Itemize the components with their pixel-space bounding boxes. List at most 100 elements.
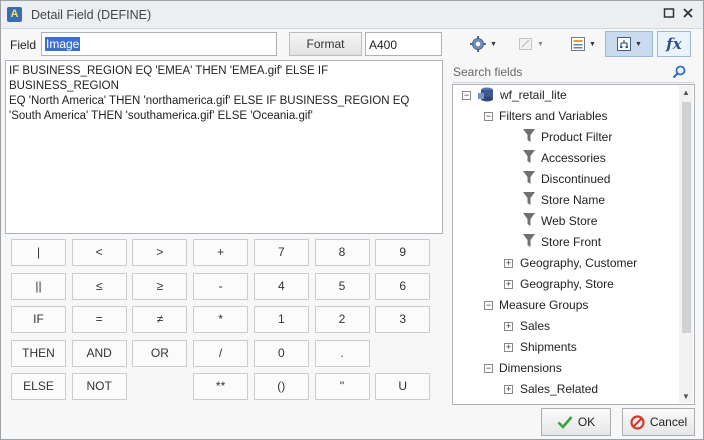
dialog-window: A Detail Field (DEFINE) Field Image Form… (0, 0, 704, 440)
field-tree[interactable]: − wf_retail_lite − Filters and Variables… (452, 84, 695, 405)
tree-filter-item[interactable]: Store Front (541, 232, 601, 252)
tree-filter-item[interactable]: Accessories (541, 148, 606, 168)
edit-disabled-button[interactable]: ▼ (515, 31, 547, 57)
ok-button[interactable]: OK (541, 408, 611, 436)
key-1-1[interactable]: ≤ (71, 272, 127, 300)
tree-sales[interactable]: Sales (520, 316, 550, 336)
ok-label: OK (577, 415, 596, 429)
key-2-0[interactable]: IF (11, 306, 66, 333)
tree-filter-item[interactable]: Web Store (541, 211, 597, 231)
tree-geo-customer[interactable]: Geography, Customer (520, 253, 637, 273)
tree-sales-related[interactable]: Sales_Related (520, 379, 598, 399)
key-0-4[interactable]: 7 (253, 239, 309, 266)
collapse-toggle[interactable]: − (484, 364, 493, 373)
tree-scrollbar[interactable]: ▲ ▼ (679, 86, 693, 403)
expand-toggle[interactable]: + (504, 280, 513, 289)
expand-toggle[interactable]: + (504, 385, 513, 394)
tree-geo-store[interactable]: Geography, Store (520, 274, 614, 294)
key-1-6[interactable]: 6 (375, 272, 431, 300)
key-2-5[interactable]: 2 (314, 306, 370, 333)
key-2-2[interactable]: ≠ (132, 306, 188, 333)
scroll-up-icon[interactable]: ▲ (682, 88, 690, 97)
cancel-button[interactable]: Cancel (622, 408, 695, 436)
key-3-5[interactable]: . (314, 339, 370, 367)
filter-icon (523, 129, 535, 142)
filter-icon (523, 234, 535, 247)
toolbar: ▼ ▼ ▼ ▼ fx (453, 31, 693, 59)
function-button[interactable]: fx (657, 31, 691, 57)
cancel-label: Cancel (649, 415, 688, 429)
tree-filter-item[interactable]: Discontinued (541, 169, 610, 189)
key-3-0[interactable]: THEN (11, 339, 66, 367)
app-icon: A (7, 7, 22, 22)
key-1-3[interactable]: - (193, 272, 249, 300)
keypad: | < > +7 8 9 || ≤ ≥ -4 5 6 IF = ≠ * 1 2 3 THEN AND OR/0. ELSE N… (11, 239, 431, 401)
tree-icon (617, 37, 632, 51)
tree-dimensions[interactable]: Dimensions (499, 358, 562, 378)
tree-root[interactable]: wf_retail_lite (500, 85, 567, 105)
settings-icon (470, 36, 487, 52)
check-icon (557, 416, 573, 429)
tree-filter-item[interactable]: Store Name (541, 190, 605, 210)
window-title: Detail Field (DEFINE) (31, 8, 152, 22)
expand-toggle[interactable]: + (504, 343, 513, 352)
key-0-5[interactable]: 8 (314, 239, 370, 266)
tree-view-button[interactable]: ▼ (605, 31, 653, 57)
key-2-6[interactable]: 3 (375, 306, 431, 333)
tree-filters-group[interactable]: Filters and Variables (499, 106, 608, 126)
format-input[interactable]: A400 (365, 32, 442, 56)
tree-filter-item[interactable]: Product Filter (541, 127, 612, 147)
function-icon: fx (666, 35, 682, 53)
tree-measure-groups[interactable]: Measure Groups (499, 295, 588, 315)
field-name-value: Image (45, 37, 81, 51)
database-icon (478, 87, 493, 102)
format-button[interactable]: Format (289, 32, 362, 56)
list-view-button[interactable]: ▼ (565, 31, 601, 57)
key-1-4[interactable]: 4 (253, 272, 309, 300)
key-0-3[interactable]: + (193, 239, 249, 266)
filter-icon (523, 192, 535, 205)
key-3-4[interactable]: 0 (253, 339, 309, 367)
key-3-1[interactable]: AND (71, 339, 127, 367)
close-icon[interactable] (681, 7, 695, 21)
field-name-input[interactable]: Image (41, 32, 277, 56)
title-bar: A Detail Field (DEFINE) (1, 1, 703, 29)
collapse-toggle[interactable]: − (462, 91, 471, 100)
filter-icon (523, 150, 535, 163)
field-label: Field (10, 38, 37, 52)
key-0-6[interactable]: 9 (375, 239, 431, 266)
search-field[interactable]: Search fields (453, 63, 694, 83)
scroll-down-icon[interactable]: ▼ (682, 392, 690, 401)
key-2-3[interactable]: * (193, 306, 249, 333)
settings-button[interactable]: ▼ (467, 31, 499, 57)
key-0-2[interactable]: > (132, 239, 188, 266)
key-2-1[interactable]: = (71, 306, 127, 333)
list-icon (571, 37, 586, 51)
expand-toggle[interactable]: + (504, 322, 513, 331)
key-4-3[interactable]: ** (193, 373, 249, 400)
key-4-4[interactable]: () (253, 373, 309, 400)
key-1-5[interactable]: 5 (314, 272, 370, 300)
key-1-0[interactable]: || (11, 272, 66, 300)
maximize-icon[interactable] (662, 7, 676, 21)
search-icon (672, 65, 686, 79)
key-4-1[interactable]: NOT (71, 373, 127, 400)
key-0-1[interactable]: < (71, 239, 127, 266)
key-4-5[interactable]: '' (314, 373, 370, 400)
collapse-toggle[interactable]: − (484, 301, 493, 310)
key-3-2[interactable]: OR (132, 339, 188, 367)
key-3-3[interactable]: / (193, 339, 249, 367)
expression-editor[interactable]: IF BUSINESS_REGION EQ 'EMEA' THEN 'EMEA.… (5, 60, 443, 234)
expand-toggle[interactable]: + (504, 259, 513, 268)
key-0-0[interactable]: | (11, 239, 66, 266)
collapse-toggle[interactable]: − (484, 112, 493, 121)
key-4-0[interactable]: ELSE (11, 373, 66, 400)
key-1-2[interactable]: ≥ (132, 272, 188, 300)
tree-shipments[interactable]: Shipments (520, 337, 577, 357)
edit-disabled-icon (519, 38, 533, 50)
key-4-6[interactable]: U (375, 373, 431, 400)
cancel-icon (630, 414, 645, 430)
filter-icon (523, 171, 535, 184)
key-2-4[interactable]: 1 (253, 306, 309, 333)
scroll-thumb[interactable] (682, 102, 691, 333)
